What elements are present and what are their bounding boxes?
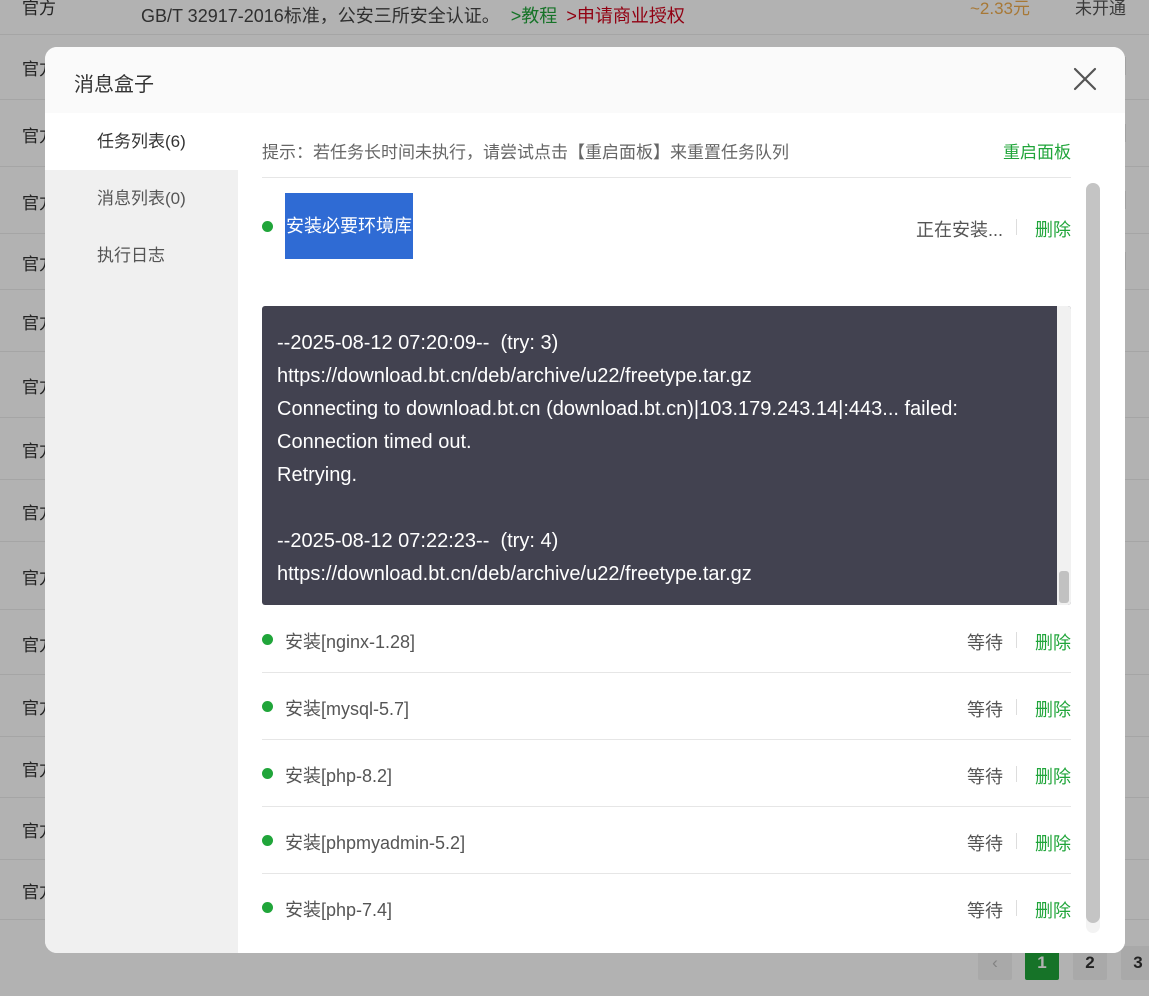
task-name: 安装[nginx-1.28] <box>285 632 416 652</box>
sidebar-item-message-list[interactable]: 消息列表(0) <box>45 170 238 227</box>
log-line: --2025-08-12 07:22:23-- (try: 4) <box>277 530 559 552</box>
log-line: Connecting to download.bt.cn (download.b… <box>277 398 958 420</box>
task-name: 安装[php-8.2] <box>285 766 393 786</box>
divider <box>1016 219 1017 235</box>
task-status: 等待 <box>967 767 1003 787</box>
status-dot <box>262 221 273 232</box>
task-row: 安装[phpmyadmin-5.2] 等待 删除 <box>262 807 1071 874</box>
divider <box>1016 833 1017 849</box>
task-log-output[interactable]: --2025-08-12 07:20:09-- (try: 3) https://… <box>262 306 1071 605</box>
status-dot <box>262 768 273 779</box>
restart-panel-link[interactable]: 重启面板 <box>1003 138 1071 163</box>
sidebar-item-task-list[interactable]: 任务列表(6) <box>45 113 238 170</box>
close-icon[interactable] <box>1071 64 1099 94</box>
delete-task-button[interactable]: 删除 <box>1035 897 1071 923</box>
task-status: 正在安装... <box>915 220 1003 240</box>
modal-sidebar: 任务列表(6) 消息列表(0) 执行日志 <box>45 113 238 953</box>
status-dot <box>262 701 273 712</box>
delete-task-button[interactable]: 删除 <box>1035 696 1071 722</box>
log-lines: --2025-08-12 07:20:09-- (try: 3) https://… <box>277 327 1052 591</box>
task-name: 安装[php-7.4] <box>285 900 393 920</box>
divider <box>1016 766 1017 782</box>
task-status: 等待 <box>967 901 1003 921</box>
status-dot <box>262 634 273 645</box>
divider <box>1016 699 1017 715</box>
task-row: 安装[mysql-5.7] 等待 删除 <box>262 673 1071 740</box>
task-list-panel: 提示：若任务长时间未执行，请尝试点击【重启面板】来重置任务队列 重启面板 安装必… <box>238 113 1125 953</box>
log-line: https://download.bt.cn/deb/archive/u22/f… <box>277 365 752 387</box>
delete-task-button[interactable]: 删除 <box>1035 830 1071 856</box>
task-row: 安装[php-7.4] 等待 删除 <box>262 874 1071 941</box>
status-dot <box>262 835 273 846</box>
divider <box>1016 632 1017 648</box>
sidebar-item-execution-log[interactable]: 执行日志 <box>45 227 238 284</box>
divider <box>1016 900 1017 916</box>
panel-scrollbar-thumb[interactable] <box>1086 183 1100 923</box>
task-row: 安装[php-8.2] 等待 删除 <box>262 740 1071 807</box>
modal-header: 消息盒子 <box>45 47 1125 113</box>
delete-task-button[interactable]: 删除 <box>1035 629 1071 655</box>
log-line: --2025-08-12 07:20:09-- (try: 3) <box>277 332 559 354</box>
panel-scrollbar[interactable] <box>1086 183 1100 933</box>
task-row-current: 安装必要环境库 正在安装... 删除 <box>262 193 1071 260</box>
status-dot <box>262 902 273 913</box>
delete-task-button[interactable]: 删除 <box>1035 216 1071 242</box>
task-name: 安装[mysql-5.7] <box>285 699 410 719</box>
task-status: 等待 <box>967 834 1003 854</box>
tip-text: 提示：若任务长时间未执行，请尝试点击【重启面板】来重置任务队列 <box>262 143 789 162</box>
task-name: 安装必要环境库 <box>285 193 413 259</box>
task-name: 安装[phpmyadmin-5.2] <box>285 833 466 853</box>
message-box-modal: 消息盒子 任务列表(6) 消息列表(0) 执行日志 提示：若任务长时间未执行，请… <box>45 47 1125 953</box>
task-status: 等待 <box>967 700 1003 720</box>
log-line: https://download.bt.cn/deb/archive/u22/f… <box>277 563 752 585</box>
delete-task-button[interactable]: 删除 <box>1035 763 1071 789</box>
task-row: 安装[nginx-1.28] 等待 删除 <box>262 606 1071 673</box>
log-line: Connection timed out. <box>277 431 472 453</box>
log-scrollbar-thumb[interactable] <box>1059 571 1069 603</box>
task-status: 等待 <box>967 633 1003 653</box>
log-line: Retrying. <box>277 464 358 486</box>
tip-bar: 提示：若任务长时间未执行，请尝试点击【重启面板】来重置任务队列 重启面板 <box>262 133 1071 178</box>
log-scrollbar[interactable] <box>1057 306 1071 605</box>
modal-title: 消息盒子 <box>74 74 154 96</box>
